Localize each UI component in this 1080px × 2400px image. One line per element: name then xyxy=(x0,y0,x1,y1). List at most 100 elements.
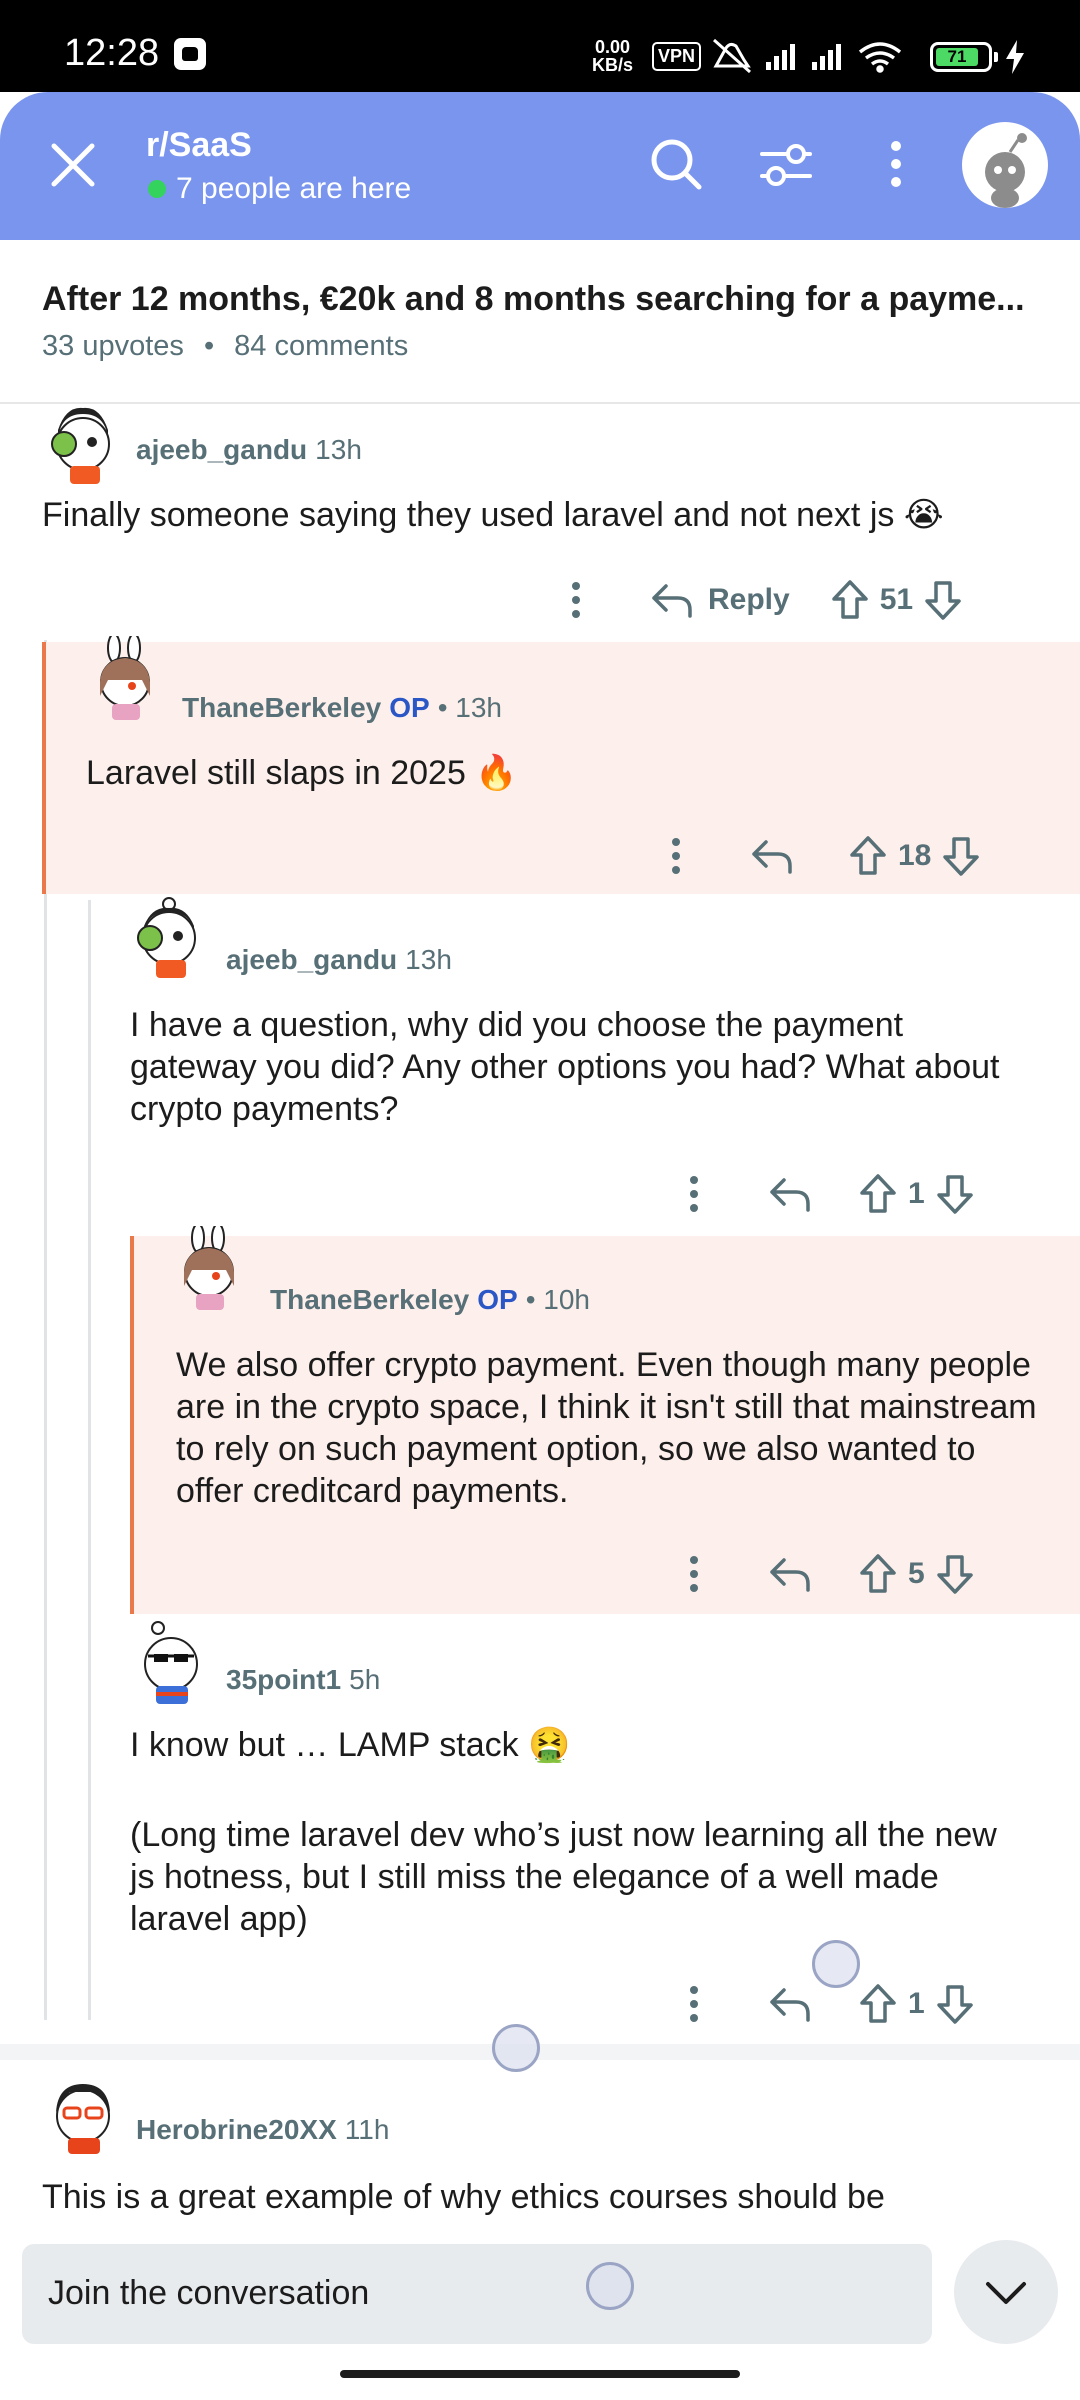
meta-separator: • xyxy=(203,330,215,362)
comment-author[interactable]: ThaneBerkeley xyxy=(182,692,381,723)
comment: Herobrine20XX 11h This is a great example… xyxy=(0,2070,1080,2230)
post-header[interactable]: After 12 months, €20k and 8 months searc… xyxy=(0,240,1080,404)
comment-actions: 1 xyxy=(674,1164,975,1224)
comment-body: Laravel still slaps in 2025 🔥 xyxy=(86,754,518,792)
subreddit-name[interactable]: r/SaaS xyxy=(146,126,252,165)
downvote-icon[interactable] xyxy=(935,1173,975,1215)
comment: 35point1 5h I know but … LAMP stack 🤮 (Lo… xyxy=(0,1620,1080,2024)
more-options-icon[interactable] xyxy=(674,1174,714,1214)
comment: ThaneBerkeley OP • 13h Laravel still slaps… xyxy=(0,636,1080,894)
downvote-icon[interactable] xyxy=(935,1983,975,2025)
battery-level: 71 xyxy=(936,48,978,66)
post-meta: 33 upvotes • 84 comments xyxy=(42,330,408,363)
more-options-icon[interactable] xyxy=(556,580,596,620)
signal-1-icon xyxy=(766,44,795,70)
comment-body: This is a great example of why ethics co… xyxy=(42,2178,885,2216)
snoo-avatar-icon xyxy=(56,2084,110,2154)
upvote-icon[interactable] xyxy=(858,1553,898,1595)
op-badge: OP xyxy=(389,692,430,723)
upvote-icon[interactable] xyxy=(858,1983,898,2025)
reply-icon[interactable] xyxy=(768,1984,812,2024)
touch-indicator xyxy=(492,2024,540,2072)
home-indicator[interactable] xyxy=(340,2370,740,2378)
comment: ThaneBerkeley OP • 10h We also offer crypt… xyxy=(0,1226,1080,1614)
comment-body: We also offer crypto payment. Even thoug… xyxy=(176,1346,1037,1510)
wifi-icon xyxy=(858,42,902,73)
comment-body: I have a question, why did you choose th… xyxy=(130,1006,1000,1128)
comment-input-placeholder: Join the conversation xyxy=(48,2274,370,2312)
chevron-down-icon xyxy=(986,2282,1026,2304)
reply-icon[interactable] xyxy=(768,1554,812,1594)
op-badge: OP xyxy=(477,1284,518,1315)
status-bar: 12:28 0.00 KB/s VPN 71 xyxy=(0,0,1080,92)
user-avatar[interactable] xyxy=(962,122,1048,208)
more-options-icon[interactable] xyxy=(674,1984,714,2024)
search-icon[interactable] xyxy=(644,132,708,196)
upvote-icon[interactable] xyxy=(848,835,888,877)
snoo-avatar-icon xyxy=(144,1621,198,1704)
comment-time: 13h xyxy=(315,434,362,465)
comment-time: 11h xyxy=(344,2114,390,2145)
comment-author[interactable]: ajeeb_gandu xyxy=(136,434,307,465)
comment-input[interactable]: Join the conversation xyxy=(22,2244,932,2344)
comment-body-line: I know but … LAMP stack 🤮 xyxy=(130,1726,571,1764)
online-dot-icon xyxy=(148,180,166,198)
downvote-icon[interactable] xyxy=(935,1553,975,1595)
comment-author[interactable]: Herobrine20XX xyxy=(136,2114,337,2145)
presence-text: 7 people are here xyxy=(176,172,412,205)
comment-author[interactable]: ThaneBerkeley xyxy=(270,1284,469,1315)
network-speed-value: 0.00 xyxy=(594,37,631,57)
comment-score: 1 xyxy=(908,1987,925,2020)
downvote-icon[interactable] xyxy=(941,835,981,877)
comment-author-line: Herobrine20XX 11h xyxy=(136,2114,389,2146)
comment-time: 5h xyxy=(349,1664,381,1695)
comment-score: 18 xyxy=(898,839,932,872)
touch-indicator xyxy=(812,1940,860,1988)
collapse-button[interactable] xyxy=(954,2240,1058,2344)
touch-indicator xyxy=(586,2262,634,2310)
snoo-avatar-icon xyxy=(184,1226,234,1310)
comment-body: Finally someone saying they used laravel… xyxy=(42,496,944,534)
reply-icon[interactable] xyxy=(650,580,694,620)
comment-time: • 13h xyxy=(437,692,502,723)
comment-actions: Reply 51 xyxy=(556,570,963,630)
notification-icon xyxy=(174,38,206,70)
comment-count: 84 comments xyxy=(234,330,409,362)
filter-sort-icon[interactable] xyxy=(754,132,818,196)
close-icon[interactable] xyxy=(40,132,106,198)
more-options-icon[interactable] xyxy=(656,836,696,876)
post-title[interactable]: After 12 months, €20k and 8 months searc… xyxy=(42,280,1052,319)
reply-icon[interactable] xyxy=(750,836,794,876)
signal-2-icon xyxy=(812,44,841,70)
presence-indicator: 7 people are here xyxy=(148,172,411,206)
upvote-count: 33 upvotes xyxy=(42,330,184,362)
signal-wifi-icons xyxy=(713,38,902,74)
snoo-avatar-icon xyxy=(100,636,150,720)
comment-author-line: 35point1 5h xyxy=(226,1664,380,1696)
comment-divider xyxy=(0,2044,1080,2060)
upvote-icon[interactable] xyxy=(830,579,870,621)
status-time: 12:28 xyxy=(64,32,160,74)
more-options-icon[interactable] xyxy=(864,132,928,196)
comment-score: 5 xyxy=(908,1557,925,1590)
network-speed-unit: KB/s xyxy=(592,55,634,75)
reply-button[interactable]: Reply xyxy=(708,583,790,617)
comment-author[interactable]: ajeeb_gandu xyxy=(226,944,397,975)
network-speed: 0.00 KB/s xyxy=(592,38,633,74)
upvote-icon[interactable] xyxy=(858,1173,898,1215)
reply-icon[interactable] xyxy=(768,1174,812,1214)
comment-author-line: ThaneBerkeley OP • 10h xyxy=(270,1284,590,1316)
comment-author[interactable]: 35point1 xyxy=(226,1664,341,1695)
comment-score: 1 xyxy=(908,1177,925,1210)
comment: ajeeb_gandu 13h Finally someone saying th… xyxy=(0,400,1080,640)
snoo-avatar-icon xyxy=(985,133,1027,208)
downvote-icon[interactable] xyxy=(923,579,963,621)
comment-score: 51 xyxy=(879,583,914,616)
comment-author-line: ajeeb_gandu 13h xyxy=(136,434,362,466)
charging-icon xyxy=(1006,40,1024,74)
comment-time: • 10h xyxy=(525,1284,590,1315)
app-header: r/SaaS 7 people are here xyxy=(0,92,1080,240)
mute-icon xyxy=(713,38,751,74)
snoo-avatar-icon xyxy=(51,407,110,484)
more-options-icon[interactable] xyxy=(674,1554,714,1594)
